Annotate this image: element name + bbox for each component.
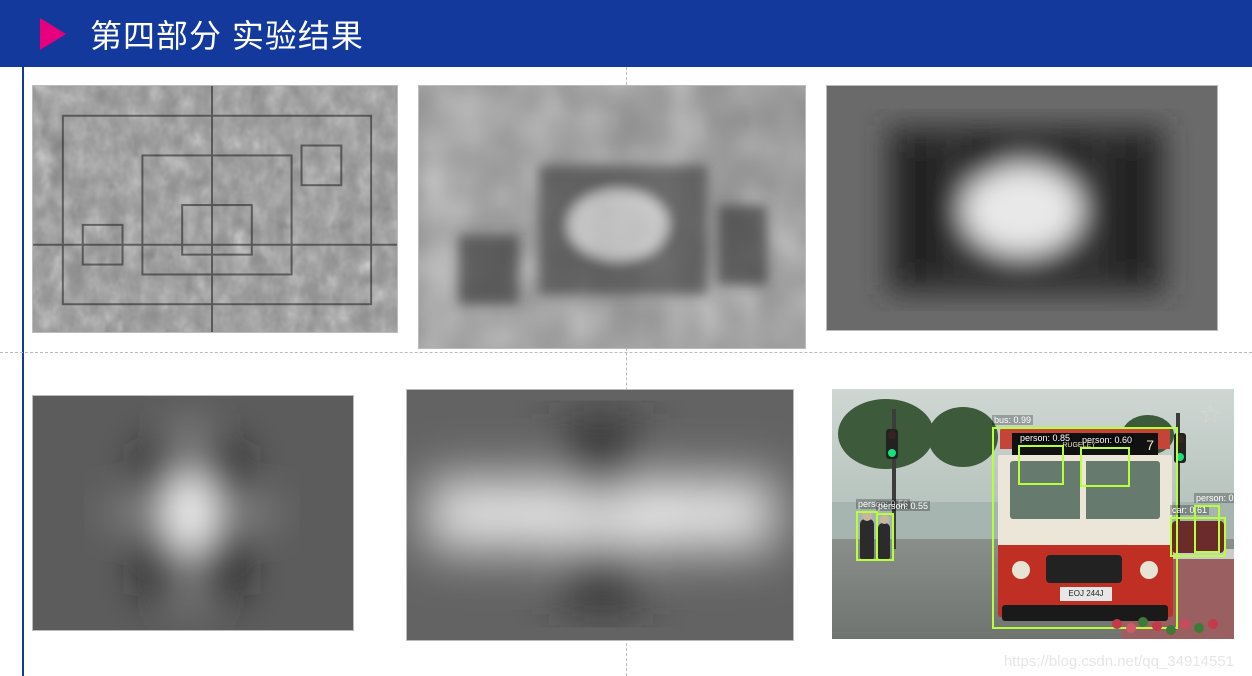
bbox-label: bus: 0.99 [992,415,1033,425]
bbox-label: person: 0.85 [1018,433,1072,443]
bbox-label: person: 0.60 [1080,435,1134,445]
feature-map-deep [826,85,1218,331]
flowers [1108,605,1228,635]
feature-map-deeper-2 [406,389,794,641]
row-2: 7RUGELEY BERRESFORDS EOJ 244J Staffordsh… [32,389,1234,641]
star-icon: ☆ [1199,399,1222,430]
bbox-person: person: 0.60 [1080,447,1130,487]
traffic-light-icon [886,429,898,459]
slide: 第四部分 实验结果 [0,0,1252,676]
bbox-person: person: 0.56 [856,511,878,561]
tree [928,407,998,467]
feature-map-shallow [32,85,398,333]
feature-map-mid [418,85,806,349]
bbox-label: person: 0.55 [876,501,930,511]
slide-header: 第四部分 实验结果 [0,0,1252,67]
row-1 [32,85,1234,349]
detection-output: 7RUGELEY BERRESFORDS EOJ 244J Staffordsh… [832,389,1234,639]
watermark: https://blog.csdn.net/qq_34914551 [1004,653,1234,670]
feature-map-deeper-1 [32,395,354,631]
bbox-person: person: 0.55 [876,513,894,561]
slide-body: 7RUGELEY BERRESFORDS EOJ 244J Staffordsh… [0,67,1252,676]
bbox-label: person: 0.58 [1194,493,1234,503]
bbox-person: person: 0.58 [1194,505,1220,553]
slide-title: 第四部分 实验结果 [90,11,364,57]
bbox-person: person: 0.85 [1018,445,1064,485]
triangle-icon [40,18,66,50]
